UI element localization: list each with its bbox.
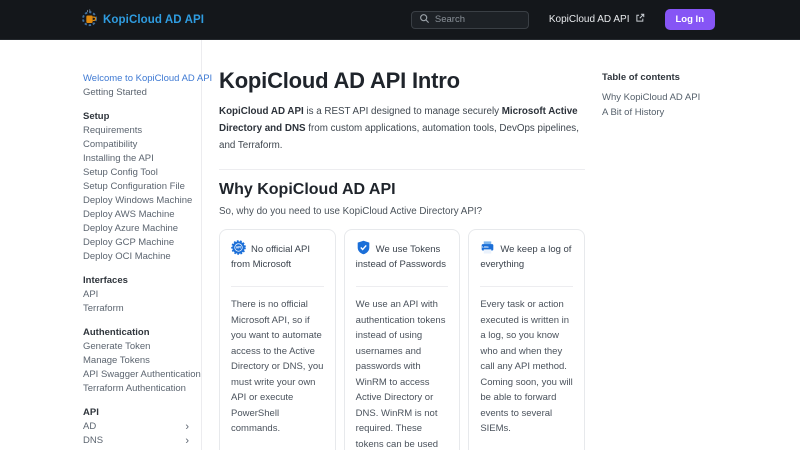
section-lead: So, why do you need to use KopiCloud Act… [219,206,483,217]
card-body: We use an API with authentication tokens… [355,299,446,450]
intro-text-1: is a REST API designed to manage securel… [303,106,502,117]
svg-text:LOG: LOG [483,245,490,249]
log-printer-icon: LOG [480,241,500,255]
sidebar-item[interactable]: Deploy Windows Machine › [83,194,195,208]
feature-cards: API No official API from Microsoft There… [219,229,585,450]
card-divider [480,286,573,287]
sidebar: Welcome to KopiCloud AD API › Getting St… [0,40,212,450]
search-input[interactable] [410,10,529,29]
sidebar-item[interactable]: Terraform › [83,302,195,316]
sidebar-item-label: Setup Configuration File [83,181,185,192]
card-tokens: We use Tokens instead of Passwords We us… [343,229,461,450]
sidebar-item-label: Deploy AWS Machine [83,209,175,220]
sidebar-item[interactable]: Authentication › [83,326,195,340]
sidebar-item[interactable]: Installing the API › [83,152,195,166]
chevron-right-icon: › [185,435,189,447]
svg-text:API: API [236,246,241,250]
sidebar-item[interactable]: AD › [83,420,195,434]
sidebar-item[interactable]: DNS › [83,434,195,448]
sidebar-item-label: Deploy OCI Machine [83,251,171,262]
section-heading: Why KopiCloud AD API [219,181,396,198]
sidebar-list: Welcome to KopiCloud AD API › Getting St… [83,72,212,448]
navbar-right: KopiCloud AD API Log In [410,9,715,30]
sidebar-item-label: Getting Started [83,87,147,98]
sidebar-item[interactable]: Deploy OCI Machine › [83,250,195,264]
sidebar-item[interactable]: API Swagger Authentication › [83,368,201,382]
sidebar-item-label: Installing the API [83,153,154,164]
main-content: KopiCloud AD API Intro KopiCloud AD API … [202,40,585,450]
sidebar-item[interactable]: Terraform Authentication › [83,382,195,396]
sidebar-item-label: AD [83,421,97,432]
sidebar-item[interactable]: API › [83,288,195,302]
section-divider [219,169,585,170]
sidebar-item[interactable]: Compatibility › [83,138,195,152]
sidebar-item[interactable]: Manage Tokens › [83,354,195,368]
sidebar-item-label: API [83,407,99,418]
card-logging: LOG We keep a log of everything Every ta… [468,229,585,450]
login-button[interactable]: Log In [664,9,715,30]
sidebar-item-label: Interfaces [83,275,128,286]
table-of-contents: Table of contents Why KopiCloud AD API A… [585,40,800,450]
card-divider [355,286,449,287]
sidebar-item-label: Setup Config Tool [83,167,158,178]
shield-check-icon [356,240,376,255]
sidebar-item-label: Deploy GCP Machine [83,237,175,248]
card-divider [231,286,324,287]
search-field[interactable] [434,14,515,25]
intro-paragraph: KopiCloud AD API is a REST API designed … [219,103,585,154]
sidebar-item[interactable]: Welcome to KopiCloud AD API › [83,72,212,86]
sidebar-item[interactable]: Setup › [83,110,195,124]
sidebar-item-label: Authentication [83,327,150,338]
card-no-official-api: API No official API from Microsoft There… [219,229,336,450]
sidebar-item-label: Deploy Azure Machine [83,223,179,234]
api-badge-icon: API [231,240,251,255]
toc-title: Table of contents [602,72,680,83]
brand-title: KopiCloud AD API [103,13,205,26]
nav-link-label: KopiCloud AD API [548,14,630,25]
sidebar-item[interactable]: Deploy GCP Machine › [83,236,195,250]
card-body: Every task or action executed is written… [480,299,573,434]
sidebar-item-label: Terraform Authentication [83,383,186,394]
card-body: There is no official Microsoft API, so i… [231,299,324,434]
sidebar-item[interactable]: Getting Started › [83,86,195,100]
sidebar-item-label: Manage Tokens [83,355,150,366]
sidebar-item-label: Setup [83,111,110,122]
sidebar-item-label: DNS [83,435,104,446]
intro-bold-1: KopiCloud AD API [219,106,304,117]
navbar: KopiCloud AD API KopiCloud AD API Log In [0,0,800,40]
nav-link-kopicloud-site[interactable]: KopiCloud AD API [549,13,645,26]
sidebar-item[interactable]: Setup Config Tool › [83,166,195,180]
sidebar-item-label: Deploy Windows Machine [83,195,193,206]
sidebar-item-label: Requirements [83,125,143,136]
sidebar-item[interactable]: Requirements › [83,124,195,138]
sidebar-item[interactable]: Deploy AWS Machine › [83,208,195,222]
search-icon [419,11,430,29]
external-link-icon [635,13,645,26]
sidebar-item[interactable]: Deploy Azure Machine › [83,222,195,236]
page-title: KopiCloud AD API Intro [219,68,460,93]
sidebar-item-label: API [83,289,99,300]
sidebar-item-label: Compatibility [83,139,138,150]
logo-icon [80,8,99,32]
chevron-right-icon: › [185,421,189,433]
toc-item-why[interactable]: Why KopiCloud AD API [602,90,800,105]
brand-logo[interactable]: KopiCloud AD API [80,8,204,32]
sidebar-item[interactable]: Generate Token › [83,340,195,354]
sidebar-item-label: Terraform [83,303,124,314]
sidebar-item-label: Generate Token [83,341,151,352]
sidebar-item[interactable]: API › [83,406,195,420]
sidebar-item[interactable]: Interfaces › [83,274,195,288]
sidebar-item[interactable]: Setup Configuration File › [83,180,195,194]
toc-item-history[interactable]: A Bit of History [602,105,800,120]
sidebar-item-label: Welcome to KopiCloud AD API [83,73,213,84]
sidebar-item-label: API Swagger Authentication [83,369,201,380]
